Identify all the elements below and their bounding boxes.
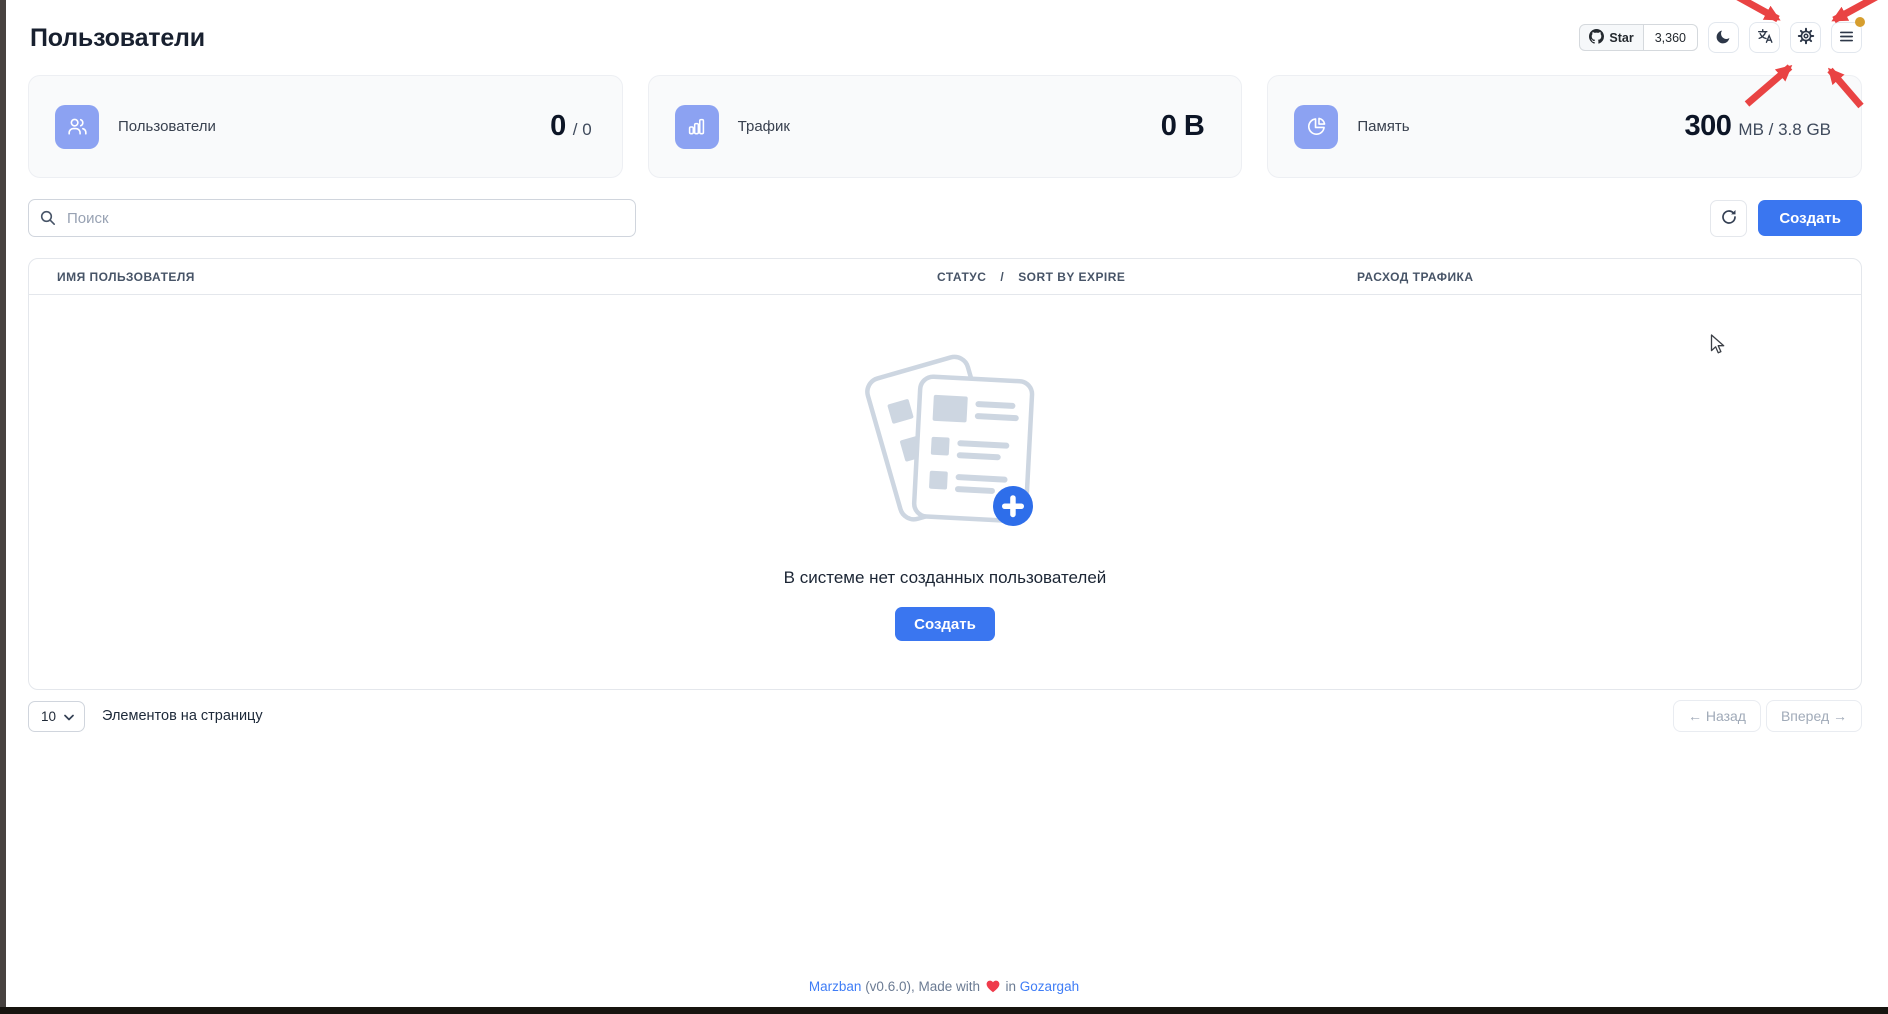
bar-chart-icon bbox=[675, 105, 719, 149]
users-table: ИМЯ ПОЛЬЗОВАТЕЛЯ СТАТУС / SORT BY EXPIRE… bbox=[28, 258, 1862, 690]
heart-icon bbox=[984, 979, 1006, 994]
empty-state: В системе нет созданных пользователей Со… bbox=[29, 295, 1861, 641]
stat-cards: Пользователи 0 / 0 Трафик 0 B bbox=[28, 75, 1862, 178]
footer-brand-link[interactable]: Marzban bbox=[809, 979, 862, 994]
footer-version-text: (v0.6.0), Made with bbox=[865, 979, 980, 994]
stat-label: Пользователи bbox=[118, 118, 216, 135]
menu-button[interactable] bbox=[1831, 22, 1862, 53]
stat-label: Память bbox=[1357, 118, 1409, 135]
stat-label: Трафик bbox=[738, 118, 790, 135]
refresh-icon bbox=[1720, 208, 1738, 229]
sort-by-expire-label: SORT BY EXPIRE bbox=[1018, 270, 1125, 284]
column-header-traffic[interactable]: РАСХОД ТРАФИКА bbox=[1357, 270, 1474, 284]
toolbar: Создать bbox=[28, 199, 1862, 237]
create-button[interactable]: Создать bbox=[1758, 200, 1862, 236]
stat-value: 300 MB / 3.8 GB bbox=[1685, 110, 1831, 143]
stat-value: 0 / 0 bbox=[550, 110, 592, 143]
notification-dot bbox=[1855, 17, 1865, 27]
pagination-left: 10 Элементов на страницу bbox=[28, 701, 263, 732]
gear-icon bbox=[1797, 27, 1815, 48]
theme-toggle-button[interactable] bbox=[1708, 22, 1739, 53]
stat-card-users: Пользователи 0 / 0 bbox=[28, 75, 623, 178]
github-star-label: Star bbox=[1609, 31, 1633, 45]
search-input[interactable] bbox=[28, 199, 636, 237]
pagination-buttons: ← Назад Вперед → bbox=[1673, 700, 1862, 732]
next-page-button[interactable]: Вперед → bbox=[1766, 700, 1862, 732]
stat-card-traffic: Трафик 0 B bbox=[648, 75, 1243, 178]
left-edge-bar bbox=[0, 0, 6, 1014]
translate-icon bbox=[1756, 27, 1774, 48]
pagination: 10 Элементов на страницу ← Назад Вперед … bbox=[28, 700, 1862, 732]
search-box bbox=[28, 199, 636, 237]
column-header-username[interactable]: ИМЯ ПОЛЬЗОВАТЕЛЯ bbox=[57, 270, 937, 284]
users-icon bbox=[55, 105, 99, 149]
users-page: Пользователи Star 3,360 bbox=[0, 0, 1888, 1014]
header-divider: / bbox=[1000, 270, 1004, 284]
status-header-label: СТАТУС bbox=[937, 270, 986, 284]
page-title: Пользователи bbox=[30, 24, 205, 53]
stat-value: 0 B bbox=[1161, 110, 1212, 143]
toolbar-actions: Создать bbox=[1710, 200, 1862, 237]
settings-button[interactable] bbox=[1790, 22, 1821, 53]
search-icon bbox=[39, 209, 57, 232]
documents-with-plus-icon bbox=[845, 351, 1045, 542]
per-page-label: Элементов на страницу bbox=[102, 708, 263, 724]
hamburger-icon bbox=[1838, 28, 1855, 48]
column-header-status-expire[interactable]: СТАТУС / SORT BY EXPIRE bbox=[937, 270, 1357, 284]
page-size-value: 10 bbox=[41, 709, 56, 724]
empty-state-message: В системе нет созданных пользователей bbox=[784, 568, 1107, 588]
moon-icon bbox=[1715, 28, 1732, 48]
refresh-button[interactable] bbox=[1710, 200, 1747, 237]
footer-in-text: in bbox=[1006, 979, 1017, 994]
stat-card-memory: Память 300 MB / 3.8 GB bbox=[1267, 75, 1862, 178]
github-star-count: 3,360 bbox=[1644, 24, 1698, 51]
topbar: Пользователи Star 3,360 bbox=[0, 0, 1888, 54]
footer-org-link[interactable]: Gozargah bbox=[1020, 979, 1079, 994]
bottom-edge-bar bbox=[0, 1007, 1888, 1014]
chevron-down-icon bbox=[64, 709, 74, 724]
prev-page-button[interactable]: ← Назад bbox=[1673, 700, 1761, 732]
page-size-select[interactable]: 10 bbox=[28, 701, 85, 732]
empty-create-button[interactable]: Создать bbox=[895, 607, 995, 641]
github-star-widget[interactable]: Star 3,360 bbox=[1579, 24, 1698, 51]
github-icon bbox=[1589, 29, 1604, 47]
pie-chart-icon bbox=[1294, 105, 1338, 149]
table-header-row: ИМЯ ПОЛЬЗОВАТЕЛЯ СТАТУС / SORT BY EXPIRE… bbox=[29, 259, 1861, 295]
footer: Marzban (v0.6.0), Made with in Gozargah bbox=[0, 979, 1888, 994]
language-button[interactable] bbox=[1749, 22, 1780, 53]
topbar-controls: Star 3,360 bbox=[1579, 22, 1862, 53]
